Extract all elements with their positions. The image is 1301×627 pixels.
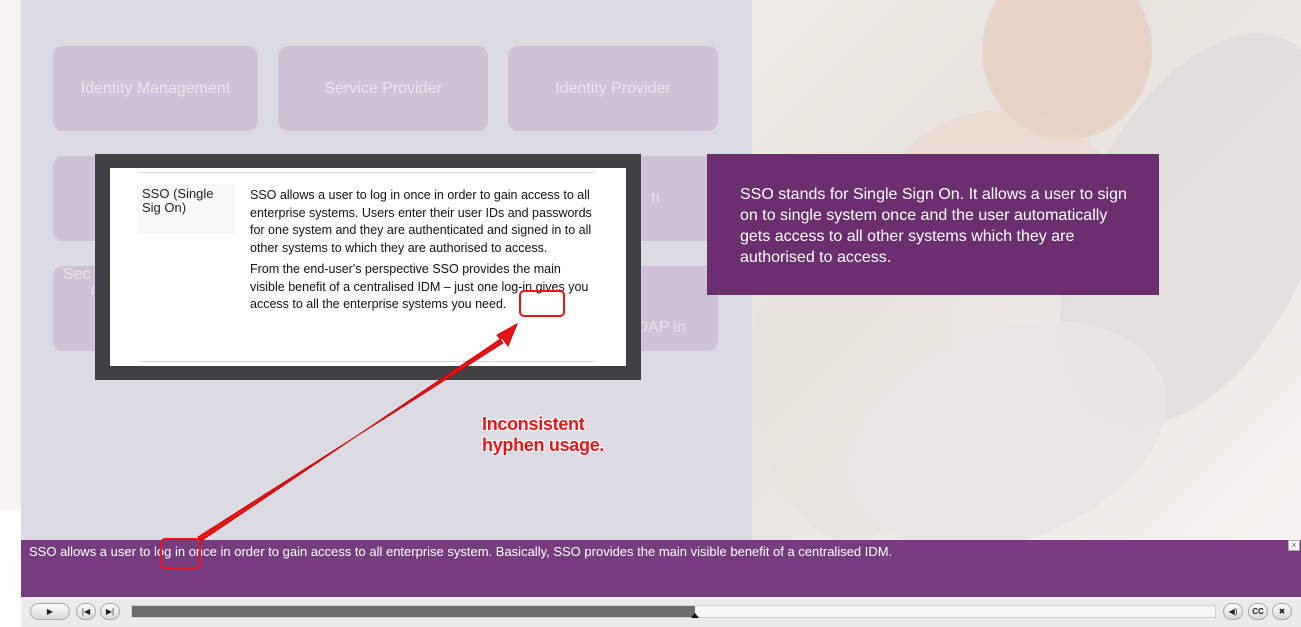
- tile-label: h: [651, 189, 660, 207]
- annotation-note: Inconsistent hyphen usage.: [482, 414, 604, 456]
- caption-text: SSO allows a user to log in once in orde…: [29, 544, 893, 559]
- callout-text: SSO stands for Single Sign On. It allows…: [740, 186, 1127, 266]
- glossary-table: SSO (Single Sig On) SSO allows a user to…: [110, 168, 626, 366]
- play-button[interactable]: ▶: [30, 603, 70, 620]
- sso-callout: SSO stands for Single Sign On. It allows…: [707, 154, 1159, 295]
- tile-identity-management[interactable]: Identity Management: [53, 46, 258, 131]
- previous-button[interactable]: |◀: [76, 603, 96, 620]
- slide-player: Identity Management Service Provider Ide…: [0, 0, 1301, 627]
- cc-icon: CC: [1252, 607, 1264, 616]
- audio-button[interactable]: ◀): [1223, 603, 1243, 620]
- previous-icon: |◀: [81, 607, 91, 616]
- caption-bar: SSO allows a user to log in once in orde…: [21, 540, 1301, 597]
- player-controls: ▶ |◀ ▶| ◀) CC ✖: [21, 597, 1301, 627]
- tile-identity-provider[interactable]: Identity Provider: [508, 46, 718, 131]
- caption-close-icon[interactable]: ×: [1288, 540, 1300, 551]
- close-icon: ✖: [1278, 607, 1286, 616]
- progress-bar[interactable]: [131, 605, 1216, 618]
- definition-paragraph-2: From the end-user's perspective SSO prov…: [250, 262, 589, 311]
- tile-label: DAP in: [636, 319, 686, 336]
- glossary-definition: SSO allows a user to log in once in orde…: [250, 187, 595, 314]
- exit-button[interactable]: ✖: [1272, 603, 1292, 620]
- tile-label: Identity Provider: [555, 79, 671, 97]
- glossary-popup: SSO (Single Sig On) SSO allows a user to…: [95, 154, 641, 380]
- next-button[interactable]: ▶|: [100, 603, 120, 620]
- divider: [140, 361, 594, 362]
- divider: [140, 172, 594, 173]
- tile-label: Sec: [63, 266, 91, 283]
- definition-paragraph-1: SSO allows a user to log in once in orde…: [250, 188, 592, 255]
- closed-captions-button[interactable]: CC: [1248, 603, 1268, 620]
- tile-service-provider[interactable]: Service Provider: [278, 46, 488, 131]
- progress-fill: [132, 606, 696, 617]
- tile-label-line2: I: [91, 284, 95, 298]
- annotation-line-2: hyphen usage.: [482, 435, 605, 455]
- tile-label: Identity Management: [80, 79, 231, 97]
- play-icon: ▶: [46, 607, 54, 616]
- next-icon: ▶|: [105, 607, 115, 616]
- glossary-term: SSO (Single Sig On): [142, 186, 214, 215]
- progress-handle[interactable]: [691, 613, 700, 618]
- speaker-icon: ◀): [1228, 607, 1238, 616]
- tile-label: Service Provider: [324, 79, 442, 97]
- left-margin: [0, 0, 21, 510]
- annotation-line-1: Inconsistent: [482, 414, 585, 434]
